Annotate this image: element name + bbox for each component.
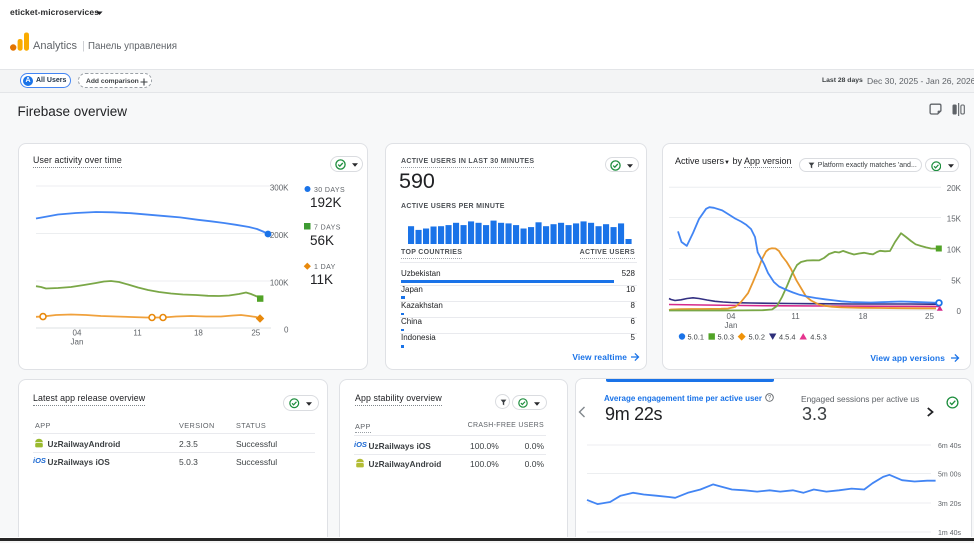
svg-text:5.0.1: 5.0.1 [688,333,704,342]
svg-text:4.5.4: 4.5.4 [779,333,795,342]
svg-text:25: 25 [251,329,260,338]
svg-text:0: 0 [957,307,962,316]
svg-text:4.5.3: 4.5.3 [810,333,826,342]
svg-text:300K: 300K [270,184,289,193]
svg-text:10K: 10K [947,246,962,255]
svg-text:5.0.3: 5.0.3 [718,333,734,342]
svg-text:5K: 5K [951,277,961,286]
svg-text:18: 18 [859,312,868,321]
svg-text:18: 18 [194,329,203,338]
svg-text:3m 20s: 3m 20s [938,501,961,508]
svg-text:20K: 20K [947,184,962,193]
svg-text:7 DAYS: 7 DAYS [314,225,341,232]
svg-text:5m 00s: 5m 00s [938,472,961,479]
svg-text:11: 11 [791,312,800,321]
svg-text:6m 40s: 6m 40s [938,443,961,450]
svg-text:200K: 200K [270,231,289,240]
svg-text:1 DAY: 1 DAY [314,264,336,271]
svg-text:11: 11 [133,329,142,338]
svg-text:100K: 100K [270,279,289,288]
svg-text:0: 0 [284,326,289,335]
svg-text:5.0.2: 5.0.2 [749,333,765,342]
svg-text:Jan: Jan [725,321,738,330]
svg-text:11K: 11K [310,272,333,287]
svg-text:30 DAYS: 30 DAYS [314,187,345,194]
svg-text:04: 04 [73,329,82,338]
svg-text:Jan: Jan [71,338,84,347]
svg-text:192K: 192K [310,195,342,210]
svg-text:56K: 56K [310,233,334,248]
svg-text:25: 25 [925,312,934,321]
svg-text:1m 40s: 1m 40s [938,530,961,537]
svg-text:15K: 15K [947,215,962,224]
svg-text:04: 04 [727,312,736,321]
